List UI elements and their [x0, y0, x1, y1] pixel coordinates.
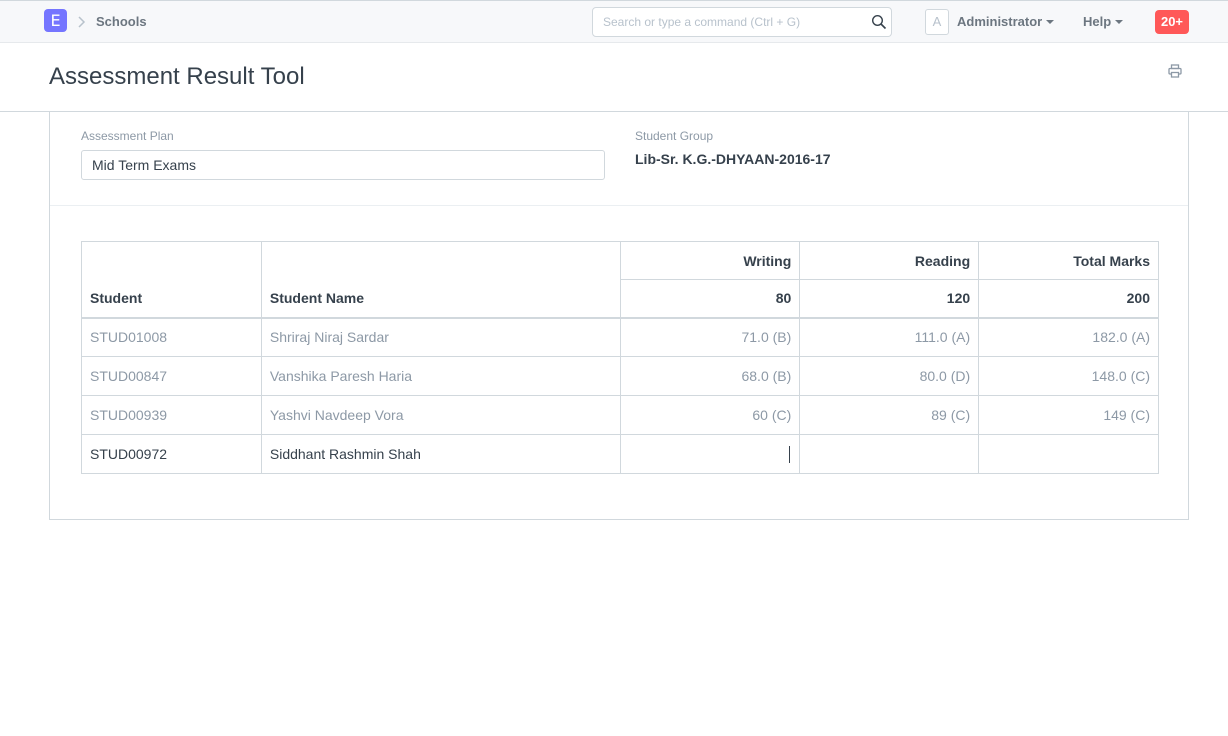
help-menu[interactable]: Help [1083, 14, 1124, 29]
help-menu-label: Help [1083, 14, 1112, 29]
page-head: Assessment Result Tool [0, 43, 1228, 112]
column-header-reading: Reading [799, 241, 980, 280]
writing-score-cell[interactable]: 68.0 (B) [620, 356, 801, 396]
app-logo[interactable]: E [44, 9, 67, 32]
table-row: STUD00939 Yashvi Navdeep Vora 60 (C) 89 … [81, 395, 1159, 435]
student-group-label: Student Group [635, 129, 714, 143]
column-header-student: Student [81, 241, 262, 319]
breadcrumb-schools[interactable]: Schools [96, 14, 147, 29]
total-score-cell: 149 (C) [978, 395, 1159, 435]
column-header-student-name: Student Name [260, 241, 622, 319]
search-box[interactable] [592, 7, 892, 37]
reading-score-cell[interactable]: 80.0 (D) [799, 356, 980, 396]
column-header-writing: Writing [620, 241, 801, 280]
total-score-cell: 182.0 (A) [978, 317, 1159, 357]
chevron-right-icon [78, 16, 86, 28]
section-divider [50, 205, 1188, 206]
table-row: STUD01008 Shriraj Niraj Sardar 71.0 (B) … [81, 317, 1159, 357]
caret-down-icon [1046, 19, 1055, 24]
reading-score-cell[interactable] [799, 434, 980, 474]
student-id-cell: STUD00847 [81, 356, 262, 396]
search-input[interactable] [593, 8, 863, 36]
max-score-writing: 80 [620, 279, 801, 319]
reading-score-cell[interactable]: 89 (C) [799, 395, 980, 435]
column-header-total-marks: Total Marks [978, 241, 1159, 280]
student-id-cell: STUD00972 [81, 434, 262, 474]
student-name-cell: Shriraj Niraj Sardar [260, 317, 622, 357]
notifications-badge[interactable]: 20+ [1155, 10, 1189, 34]
writing-score-cell[interactable]: 60 (C) [620, 395, 801, 435]
student-name-cell: Siddhant Rashmin Shah [260, 434, 622, 474]
user-menu-label: Administrator [957, 14, 1043, 29]
student-id-cell: STUD01008 [81, 317, 262, 357]
student-group-value: Lib-Sr. K.G.-DHYAAN-2016-17 [635, 151, 831, 167]
writing-score-cell[interactable]: 71.0 (B) [620, 317, 801, 357]
form-card: Assessment Plan Mid Term Exams Student G… [49, 112, 1189, 520]
table-row: STUD00847 Vanshika Paresh Haria 68.0 (B)… [81, 356, 1159, 396]
search-icon[interactable] [871, 14, 887, 30]
avatar[interactable]: A [925, 9, 949, 35]
student-name-cell: Yashvi Navdeep Vora [260, 395, 622, 435]
student-name-cell: Vanshika Paresh Haria [260, 356, 622, 396]
assessment-result-table: Student Student Name Writing Reading Tot… [81, 241, 1159, 474]
writing-score-input[interactable] [620, 434, 801, 474]
table-row: STUD00972 Siddhant Rashmin Shah [81, 434, 1159, 474]
max-score-reading: 120 [799, 279, 980, 319]
print-icon[interactable] [1168, 64, 1182, 78]
page-title: Assessment Result Tool [49, 63, 305, 90]
text-cursor [789, 446, 791, 463]
assessment-plan-field[interactable]: Mid Term Exams [81, 150, 605, 180]
total-score-cell: 148.0 (C) [978, 356, 1159, 396]
navbar: E Schools A Administrator Help 20+ [0, 0, 1228, 43]
reading-score-cell[interactable]: 111.0 (A) [799, 317, 980, 357]
student-id-cell: STUD00939 [81, 395, 262, 435]
user-menu[interactable]: Administrator [957, 14, 1055, 29]
table-header-row: Student Student Name Writing Reading Tot… [81, 241, 1159, 319]
assessment-plan-label: Assessment Plan [81, 129, 174, 143]
total-score-cell [978, 434, 1159, 474]
caret-down-icon [1115, 19, 1124, 24]
max-score-total: 200 [978, 279, 1159, 319]
